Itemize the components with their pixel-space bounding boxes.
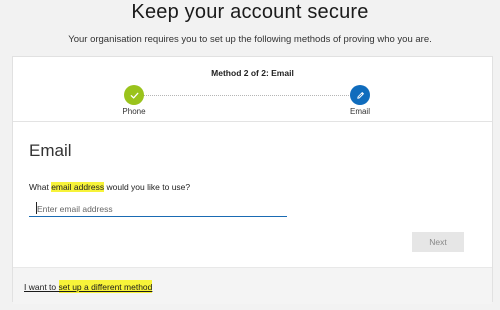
question-prefix: What bbox=[29, 182, 52, 192]
question-suffix: would you like to use? bbox=[104, 182, 191, 192]
page-title: Keep your account secure bbox=[131, 1, 369, 23]
progress-header: Method 2 of 2: Email Phone Email bbox=[13, 57, 492, 122]
email-input[interactable] bbox=[29, 201, 287, 217]
progress-track bbox=[143, 95, 363, 96]
different-method-link[interactable]: I want to set up a different method bbox=[24, 280, 153, 293]
page-subtitle: Your organisation requires you to set up… bbox=[68, 34, 432, 45]
email-question: What email address would you like to use… bbox=[29, 182, 190, 192]
question-highlight: email address bbox=[51, 182, 105, 192]
method-step-label: Method 2 of 2: Email bbox=[211, 68, 294, 78]
step-email-label: Email bbox=[349, 107, 370, 116]
pencil-icon bbox=[356, 91, 364, 99]
text-caret bbox=[36, 202, 37, 214]
section-heading: Email bbox=[29, 141, 72, 160]
link-prefix: I want to bbox=[24, 282, 59, 292]
card-footer: I want to set up a different method bbox=[13, 267, 492, 304]
next-button[interactable]: Next bbox=[412, 232, 464, 252]
check-icon bbox=[130, 92, 138, 99]
step-email-indicator bbox=[350, 85, 370, 105]
link-highlight: set up a different method bbox=[58, 280, 153, 293]
setup-card: Method 2 of 2: Email Phone Email Email W… bbox=[12, 56, 493, 304]
step-phone-indicator bbox=[124, 85, 144, 105]
step-phone-label: Phone bbox=[122, 107, 146, 116]
